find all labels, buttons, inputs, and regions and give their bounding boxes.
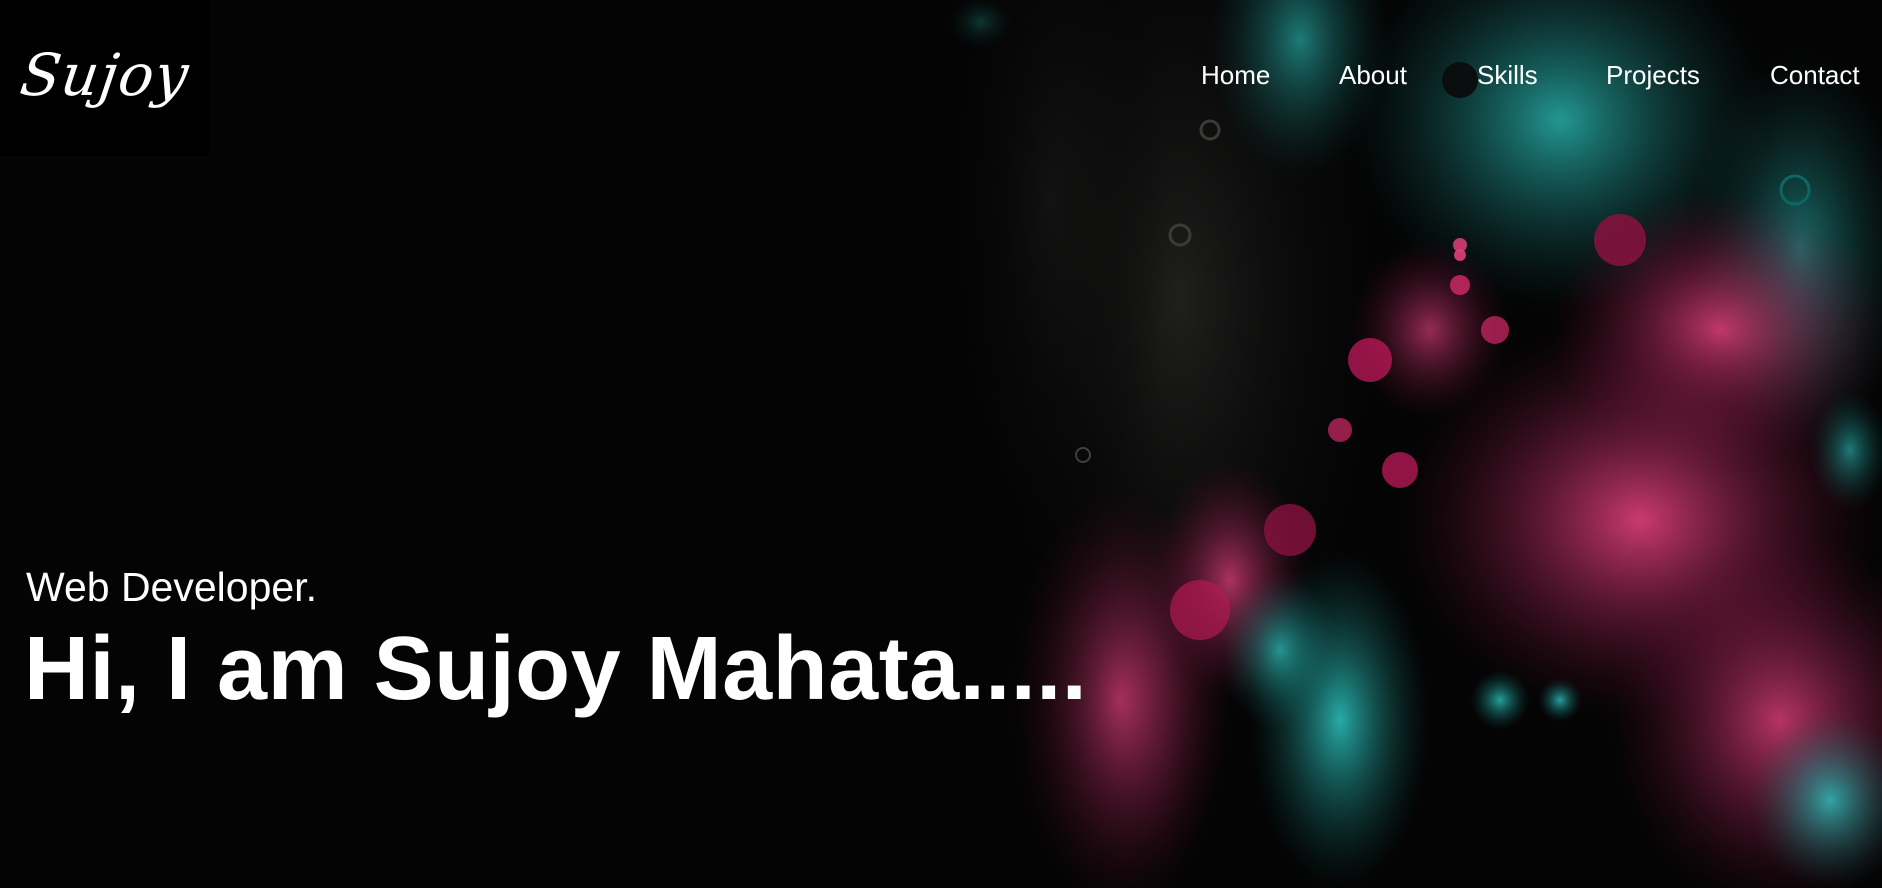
nav-item-projects[interactable]: Projects [1606,60,1700,91]
logo-text: Sujoy [15,41,194,109]
hero-headline: Hi, I am Sujoy Mahata..... [24,619,1088,719]
nav-item-home[interactable]: Home [1201,60,1270,91]
portfolio-page: Sujoy Home About Skills Projects Contact… [0,0,1882,888]
nav-item-about[interactable]: About [1339,60,1407,91]
logo-box[interactable]: Sujoy [0,0,209,156]
nav-item-contact[interactable]: Contact [1770,60,1860,91]
nav-item-skills[interactable]: Skills [1477,60,1538,91]
hero-subtitle: Web Developer. [26,564,317,610]
fluid-art-background [0,0,1882,888]
